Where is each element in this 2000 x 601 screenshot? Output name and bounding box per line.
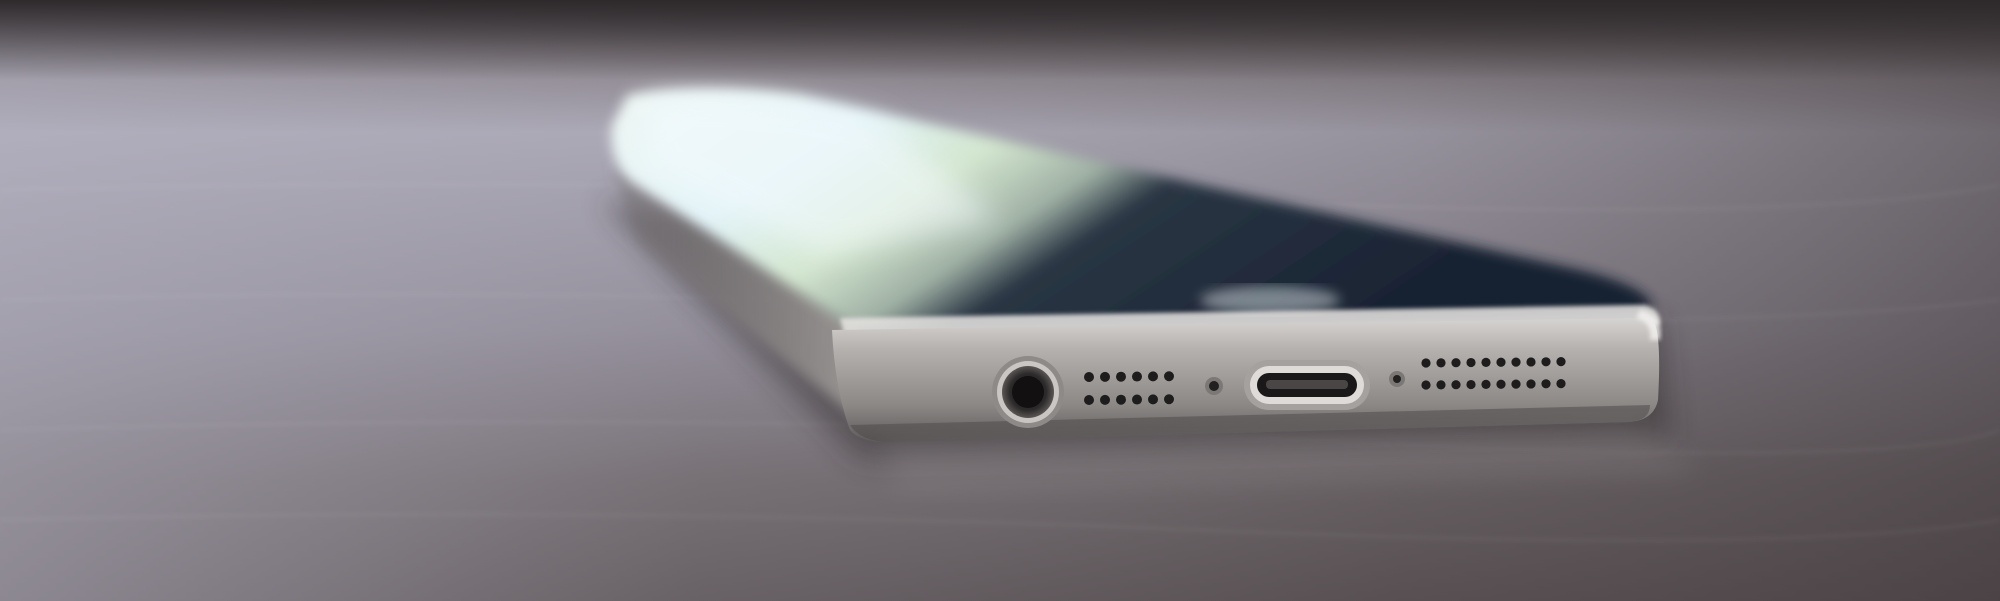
- speaker-hole: [1451, 358, 1461, 368]
- speaker-hole: [1164, 394, 1174, 405]
- background-wall: [0, 0, 2000, 80]
- speaker-hole: [1436, 358, 1446, 368]
- speaker-hole: [1481, 357, 1491, 367]
- home-button: [1200, 286, 1340, 314]
- speaker-hole: [1466, 357, 1476, 368]
- speaker-hole: [1132, 371, 1142, 382]
- speaker-hole: [1511, 357, 1521, 367]
- microphone-hole-icon: [1205, 377, 1223, 395]
- speaker-hole: [1100, 394, 1110, 405]
- speaker-hole: [1481, 379, 1491, 389]
- speaker-hole: [1466, 379, 1476, 390]
- screw-hole-icon: [1389, 371, 1405, 387]
- lightning-port-icon: [1244, 360, 1370, 410]
- speaker-hole: [1526, 379, 1536, 389]
- photo-scene: [0, 0, 2000, 601]
- speaker-hole: [1451, 380, 1461, 390]
- speaker-hole: [1084, 395, 1094, 405]
- speaker-hole: [1116, 371, 1126, 382]
- speaker-hole: [1496, 379, 1506, 389]
- speaker-hole: [1100, 371, 1110, 382]
- speaker-hole: [1436, 380, 1446, 390]
- speaker-hole: [1084, 372, 1094, 382]
- headphone-jack-icon: [992, 356, 1064, 428]
- speaker-hole: [1164, 371, 1174, 382]
- speaker-hole: [1421, 358, 1431, 368]
- speaker-hole: [1526, 357, 1536, 367]
- speaker-hole: [1148, 371, 1158, 382]
- speaker-hole: [1421, 380, 1431, 390]
- speaker-hole: [1556, 379, 1566, 389]
- speaker-hole: [1148, 394, 1158, 405]
- speaker-hole: [1556, 357, 1566, 367]
- speaker-hole: [1541, 379, 1551, 389]
- speaker-hole: [1511, 379, 1521, 389]
- speaker-hole: [1116, 394, 1126, 405]
- speaker-hole: [1132, 394, 1142, 405]
- speaker-hole: [1541, 357, 1551, 367]
- speaker-hole: [1496, 357, 1506, 367]
